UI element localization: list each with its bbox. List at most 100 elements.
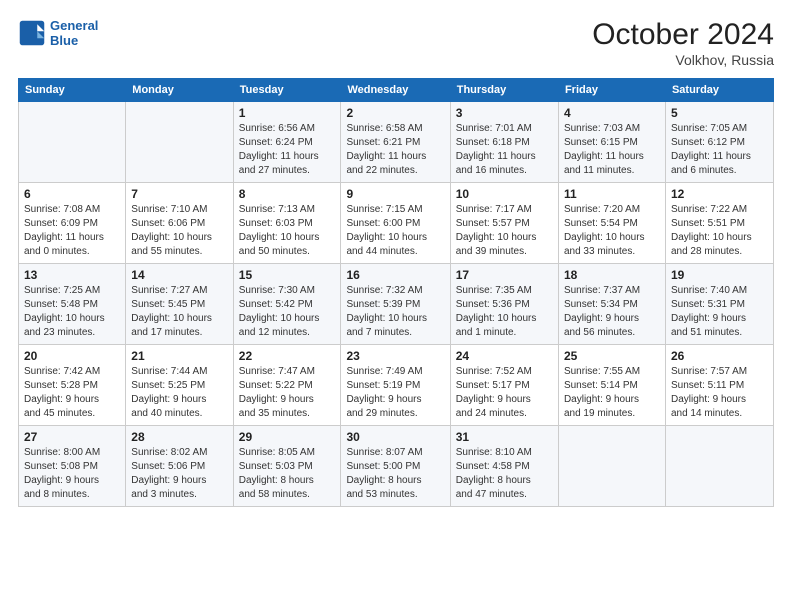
cell-info: Sunrise: 8:00 AM Sunset: 5:08 PM Dayligh… (24, 446, 120, 502)
col-tuesday: Tuesday (233, 79, 341, 102)
day-number: 18 (564, 268, 660, 282)
cell-info: Sunrise: 8:05 AM Sunset: 5:03 PM Dayligh… (239, 446, 336, 502)
header-row: Sunday Monday Tuesday Wednesday Thursday… (19, 79, 774, 102)
day-number: 12 (671, 187, 768, 201)
day-number: 11 (564, 187, 660, 201)
day-number: 17 (456, 268, 553, 282)
calendar-cell: 22Sunrise: 7:47 AM Sunset: 5:22 PM Dayli… (233, 345, 341, 426)
day-number: 31 (456, 430, 553, 444)
calendar-cell (558, 426, 665, 507)
cell-info: Sunrise: 7:30 AM Sunset: 5:42 PM Dayligh… (239, 284, 336, 340)
calendar-cell: 31 Sunrise: 8:10 AM Sunset: 4:58 PM Dayli… (450, 426, 558, 507)
day-number: 14 (131, 268, 227, 282)
day-number: 28 (131, 430, 227, 444)
cell-info: Sunrise: 8:10 AM Sunset: 4:58 PM Dayligh… (456, 446, 553, 502)
calendar-cell: 15 Sunrise: 7:30 AM Sunset: 5:42 PM Dayli… (233, 264, 341, 345)
calendar-cell: 17Sunrise: 7:35 AM Sunset: 5:36 PM Dayli… (450, 264, 558, 345)
day-number: 3 (456, 106, 553, 120)
calendar-cell: 18 Sunrise: 7:37 AM Sunset: 5:34 PM Dayli… (558, 264, 665, 345)
day-number: 19 (671, 268, 768, 282)
calendar-cell: 16 Sunrise: 7:32 AM Sunset: 5:39 PM Dayli… (341, 264, 450, 345)
calendar-cell: 7 Sunrise: 7:10 AM Sunset: 6:06 PM Daylig… (126, 183, 233, 264)
logo-text: General Blue (50, 18, 98, 48)
col-thursday: Thursday (450, 79, 558, 102)
calendar-cell: 25 Sunrise: 7:55 AM Sunset: 5:14 PM Dayli… (558, 345, 665, 426)
calendar-cell: 8 Sunrise: 7:13 AM Sunset: 6:03 PM Daylig… (233, 183, 341, 264)
day-number: 26 (671, 349, 768, 363)
calendar-cell: 9 Sunrise: 7:15 AM Sunset: 6:00 PM Daylig… (341, 183, 450, 264)
day-number: 23 (346, 349, 444, 363)
cell-info: Sunrise: 8:02 AM Sunset: 5:06 PM Dayligh… (131, 446, 227, 502)
calendar-cell: 11 Sunrise: 7:20 AM Sunset: 5:54 PM Dayli… (558, 183, 665, 264)
calendar-cell: 10 Sunrise: 7:17 AM Sunset: 5:57 PM Dayli… (450, 183, 558, 264)
cell-info: Sunrise: 6:58 AM Sunset: 6:21 PM Dayligh… (346, 122, 444, 178)
calendar-cell: 2 Sunrise: 6:58 AM Sunset: 6:21 PM Daylig… (341, 102, 450, 183)
day-number: 25 (564, 349, 660, 363)
cell-info: Sunrise: 7:20 AM Sunset: 5:54 PM Dayligh… (564, 203, 660, 259)
calendar-cell: 6 Sunrise: 7:08 AM Sunset: 6:09 PM Daylig… (19, 183, 126, 264)
calendar-cell: 4 Sunrise: 7:03 AM Sunset: 6:15 PM Daylig… (558, 102, 665, 183)
cell-info: Sunrise: 7:27 AM Sunset: 5:45 PM Dayligh… (131, 284, 227, 340)
col-monday: Monday (126, 79, 233, 102)
calendar: Sunday Monday Tuesday Wednesday Thursday… (18, 78, 774, 507)
cell-info: Sunrise: 7:13 AM Sunset: 6:03 PM Dayligh… (239, 203, 336, 259)
logo: General Blue (18, 18, 98, 48)
calendar-cell: 29Sunrise: 8:05 AM Sunset: 5:03 PM Dayli… (233, 426, 341, 507)
calendar-cell: 12 Sunrise: 7:22 AM Sunset: 5:51 PM Dayli… (665, 183, 773, 264)
cell-info: Sunrise: 7:57 AM Sunset: 5:11 PM Dayligh… (671, 365, 768, 421)
cell-info: Sunrise: 7:03 AM Sunset: 6:15 PM Dayligh… (564, 122, 660, 178)
calendar-cell (665, 426, 773, 507)
calendar-cell (126, 102, 233, 183)
day-number: 8 (239, 187, 336, 201)
day-number: 13 (24, 268, 120, 282)
cell-info: Sunrise: 7:08 AM Sunset: 6:09 PM Dayligh… (24, 203, 120, 259)
day-number: 22 (239, 349, 336, 363)
day-number: 7 (131, 187, 227, 201)
col-friday: Friday (558, 79, 665, 102)
week-row-3: 13Sunrise: 7:25 AM Sunset: 5:48 PM Dayli… (19, 264, 774, 345)
cell-info: Sunrise: 7:15 AM Sunset: 6:00 PM Dayligh… (346, 203, 444, 259)
cell-info: Sunrise: 7:49 AM Sunset: 5:19 PM Dayligh… (346, 365, 444, 421)
page: General Blue October 2024 Volkhov, Russi… (0, 0, 792, 612)
cell-info: Sunrise: 7:42 AM Sunset: 5:28 PM Dayligh… (24, 365, 120, 421)
day-number: 24 (456, 349, 553, 363)
day-number: 5 (671, 106, 768, 120)
header: General Blue October 2024 Volkhov, Russi… (18, 18, 774, 68)
calendar-cell: 23 Sunrise: 7:49 AM Sunset: 5:19 PM Dayli… (341, 345, 450, 426)
calendar-cell: 5 Sunrise: 7:05 AM Sunset: 6:12 PM Daylig… (665, 102, 773, 183)
col-sunday: Sunday (19, 79, 126, 102)
cell-info: Sunrise: 7:55 AM Sunset: 5:14 PM Dayligh… (564, 365, 660, 421)
week-row-4: 20 Sunrise: 7:42 AM Sunset: 5:28 PM Dayli… (19, 345, 774, 426)
day-number: 10 (456, 187, 553, 201)
title-block: October 2024 Volkhov, Russia (592, 18, 774, 68)
day-number: 15 (239, 268, 336, 282)
day-number: 2 (346, 106, 444, 120)
week-row-5: 27Sunrise: 8:00 AM Sunset: 5:08 PM Dayli… (19, 426, 774, 507)
cell-info: Sunrise: 7:52 AM Sunset: 5:17 PM Dayligh… (456, 365, 553, 421)
day-number: 20 (24, 349, 120, 363)
cell-info: Sunrise: 7:17 AM Sunset: 5:57 PM Dayligh… (456, 203, 553, 259)
month-title: October 2024 (592, 18, 774, 52)
cell-info: Sunrise: 7:44 AM Sunset: 5:25 PM Dayligh… (131, 365, 227, 421)
calendar-cell: 14 Sunrise: 7:27 AM Sunset: 5:45 PM Dayli… (126, 264, 233, 345)
day-number: 6 (24, 187, 120, 201)
cell-info: Sunrise: 7:40 AM Sunset: 5:31 PM Dayligh… (671, 284, 768, 340)
day-number: 16 (346, 268, 444, 282)
cell-info: Sunrise: 7:22 AM Sunset: 5:51 PM Dayligh… (671, 203, 768, 259)
calendar-cell: 13Sunrise: 7:25 AM Sunset: 5:48 PM Dayli… (19, 264, 126, 345)
day-number: 4 (564, 106, 660, 120)
day-number: 9 (346, 187, 444, 201)
day-number: 1 (239, 106, 336, 120)
calendar-cell: 3Sunrise: 7:01 AM Sunset: 6:18 PM Daylig… (450, 102, 558, 183)
cell-info: Sunrise: 7:32 AM Sunset: 5:39 PM Dayligh… (346, 284, 444, 340)
cell-info: Sunrise: 7:37 AM Sunset: 5:34 PM Dayligh… (564, 284, 660, 340)
calendar-cell: 21Sunrise: 7:44 AM Sunset: 5:25 PM Dayli… (126, 345, 233, 426)
logo-icon (18, 19, 46, 47)
cell-info: Sunrise: 6:56 AM Sunset: 6:24 PM Dayligh… (239, 122, 336, 178)
cell-info: Sunrise: 8:07 AM Sunset: 5:00 PM Dayligh… (346, 446, 444, 502)
cell-info: Sunrise: 7:10 AM Sunset: 6:06 PM Dayligh… (131, 203, 227, 259)
calendar-cell: 27Sunrise: 8:00 AM Sunset: 5:08 PM Dayli… (19, 426, 126, 507)
cell-info: Sunrise: 7:05 AM Sunset: 6:12 PM Dayligh… (671, 122, 768, 178)
week-row-2: 6 Sunrise: 7:08 AM Sunset: 6:09 PM Daylig… (19, 183, 774, 264)
col-saturday: Saturday (665, 79, 773, 102)
